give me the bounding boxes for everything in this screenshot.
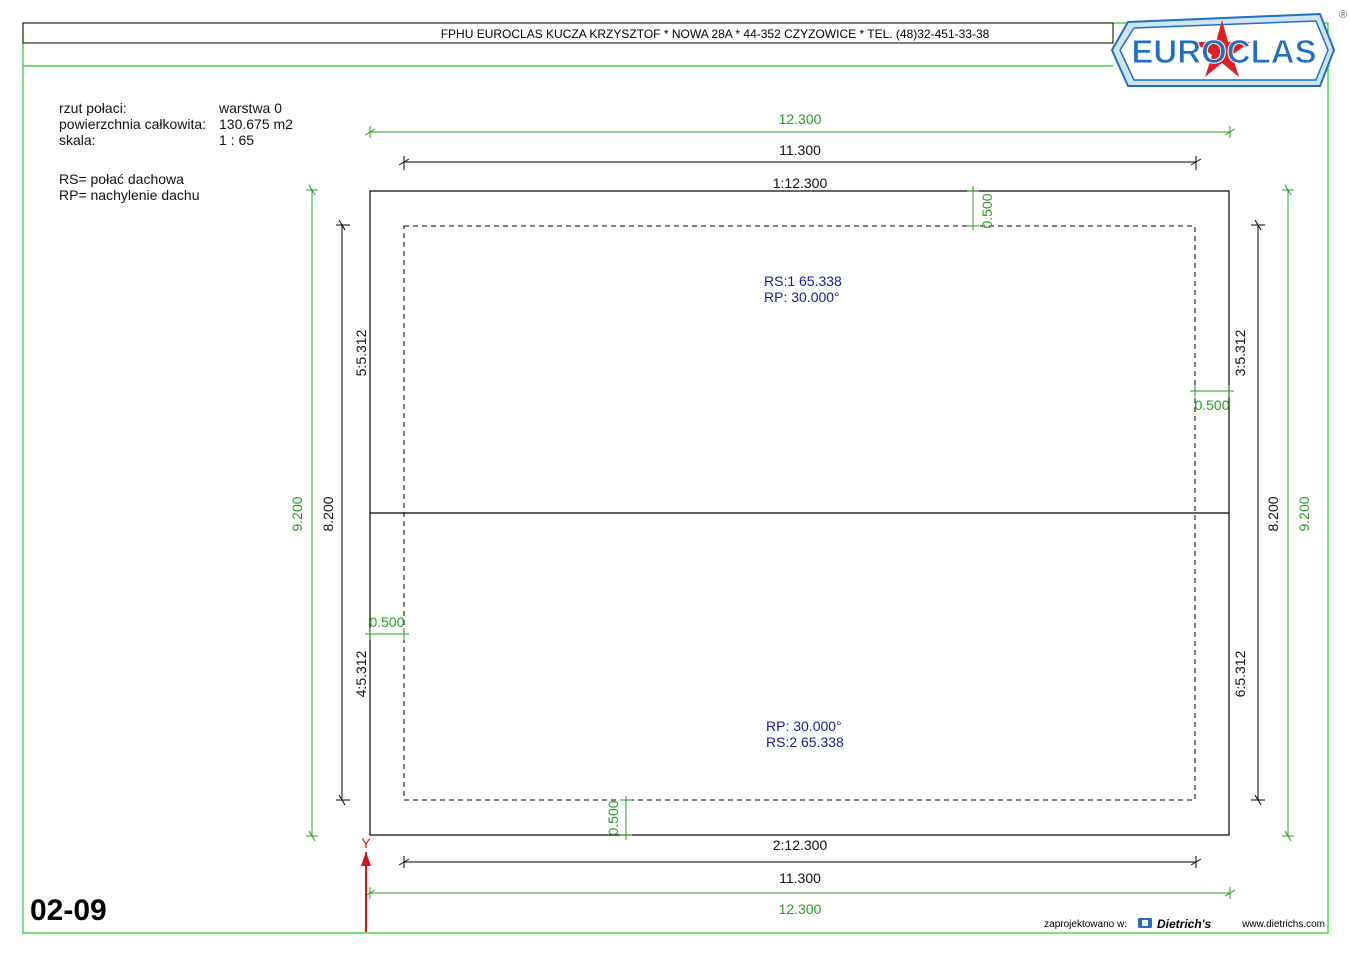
dim-left-inner-label: 8.200	[320, 496, 336, 531]
dim-right-outer-label: 9.200	[1296, 496, 1312, 531]
info-scale-value: 1 : 65	[219, 132, 254, 148]
dim-bottom-inner	[398, 856, 1202, 868]
dim-right-outer	[1282, 184, 1294, 842]
edge-left-lower-label: 4:5.312	[353, 650, 369, 697]
dim-overhang-top	[967, 186, 979, 230]
dietrichs-logo-icon	[1138, 918, 1152, 928]
euroclas-logo: EUROCLAS	[1110, 12, 1336, 87]
dim-bottom-inner-label: 11.300	[779, 870, 821, 886]
drawing-code: 02-09	[30, 894, 107, 927]
dim-left-outer	[306, 184, 318, 842]
logo-wordmark: EUROCLAS	[1131, 33, 1316, 70]
overhang-left-label: 0.500	[369, 614, 404, 630]
dim-top-outer	[364, 126, 1236, 138]
registered-mark: ®	[1339, 9, 1347, 21]
dim-top-inner-label: 11.300	[779, 142, 821, 158]
edge-top-label: 1:12.300	[773, 175, 828, 191]
y-axis-label: Y	[361, 835, 371, 851]
dim-overhang-bottom	[620, 796, 632, 840]
dim-right-inner-label: 8.200	[1265, 496, 1281, 531]
website-url: www.dietrichs.com	[1241, 919, 1325, 930]
edge-bottom-label: 2:12.300	[773, 837, 828, 853]
roof-plan-drawing: FPHU EUROCLAS KUCZA KRZYSZTOF * NOWA 28A…	[22, 9, 1347, 934]
dim-top-outer-label: 12.300	[779, 111, 822, 127]
edge-right-lower-label: 6:5.312	[1232, 650, 1248, 697]
info-view-label: rzut połaci:	[59, 100, 127, 116]
upper-plane-rp: RP: 30.000°	[764, 289, 840, 305]
overhang-right-label: 0.500	[1194, 397, 1229, 413]
info-area-label: powierzchnia całkowita:	[59, 116, 206, 132]
legend-rs: RS= połać dachowa	[59, 171, 184, 187]
dim-bottom-outer	[364, 887, 1236, 899]
dim-left-inner	[336, 219, 350, 806]
upper-plane-rs: RS:1 65.338	[764, 273, 842, 289]
company-header: FPHU EUROCLAS KUCZA KRZYSZTOF * NOWA 28A…	[441, 27, 990, 41]
sheet-frame	[22, 22, 1329, 934]
edge-right-upper-label: 3:5.312	[1232, 329, 1248, 376]
dim-right-inner	[1251, 219, 1265, 806]
dim-bottom-outer-label: 12.300	[779, 901, 822, 917]
dim-top-inner	[398, 156, 1202, 170]
info-scale-label: skala:	[59, 132, 96, 148]
lower-plane-rp: RP: 30.000°	[766, 718, 842, 734]
dim-overhang-right	[1190, 385, 1234, 397]
lower-plane-rs: RS:2 65.338	[766, 734, 844, 750]
overhang-top-label: 0.500	[979, 193, 995, 228]
designed-with-label: zaprojektowano w:	[1044, 919, 1127, 930]
legend-rp: RP= nachylenie dachu	[59, 187, 200, 203]
overhang-bottom-label: 0.500	[605, 800, 621, 835]
info-area-value: 130.675 m2	[219, 116, 293, 132]
dim-left-outer-label: 9.200	[289, 496, 305, 531]
software-name: Dietrich's	[1157, 917, 1212, 931]
edge-left-upper-label: 5:5.312	[353, 329, 369, 376]
info-view-value: warstwa 0	[218, 100, 282, 116]
